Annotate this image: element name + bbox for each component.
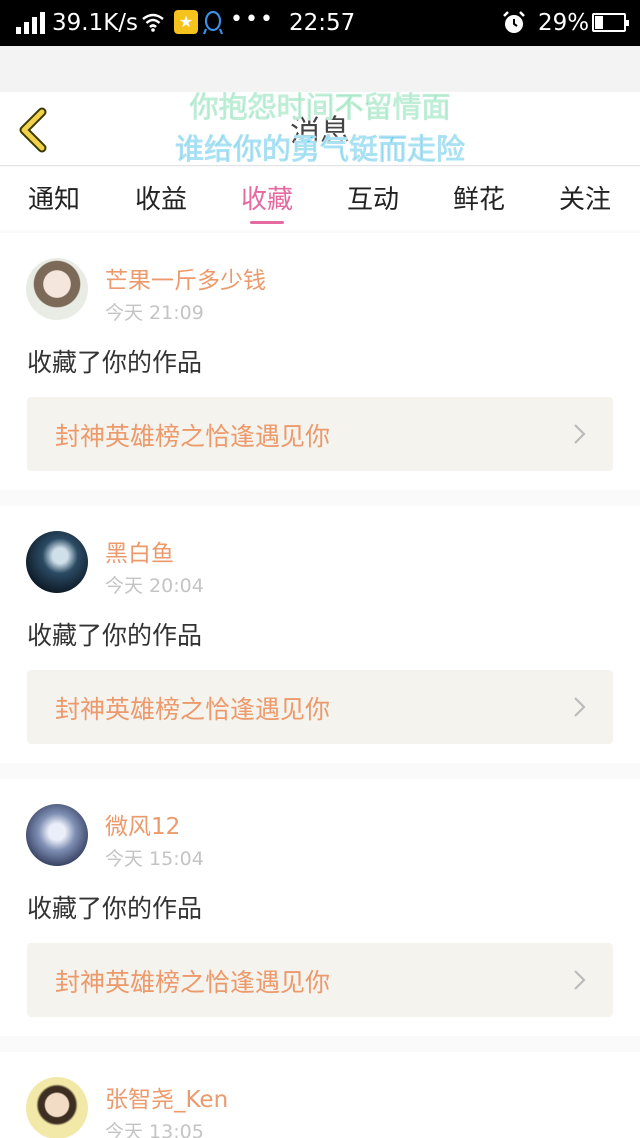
avatar[interactable] <box>26 804 88 866</box>
tab-flowers[interactable]: 鲜花 <box>439 179 519 216</box>
work-link[interactable]: 封神英雄榜之恰逢遇见你 <box>27 943 613 1017</box>
avatar[interactable] <box>26 1077 88 1138</box>
tab-active-indicator <box>250 221 284 224</box>
username[interactable]: 张智尧_Ken <box>105 1080 228 1114</box>
alarm-icon <box>503 11 525 33</box>
work-link[interactable]: 封神英雄榜之恰逢遇见你 <box>27 670 613 744</box>
avatar[interactable] <box>26 531 88 593</box>
tab-bar: 通知 收益 收藏 互动 鲜花 关注 <box>0 167 640 230</box>
chevron-right-icon <box>574 697 586 717</box>
tab-follows[interactable]: 关注 <box>545 179 625 216</box>
list-item: 黑白鱼 今天 20:04 收藏了你的作品 封神英雄榜之恰逢遇见你 <box>0 506 640 763</box>
clock: 22:57 <box>289 10 356 36</box>
chevron-right-icon <box>574 424 586 444</box>
timestamp: 今天 15:04 <box>105 848 204 870</box>
timestamp: 今天 20:04 <box>105 575 204 597</box>
qq-icon <box>203 10 223 35</box>
list-item: 芒果一斤多少钱 今天 21:09 收藏了你的作品 封神英雄榜之恰逢遇见你 <box>0 233 640 490</box>
work-title: 封神英雄榜之恰逢遇见你 <box>55 695 331 724</box>
lyric-line-2: 谁给你的勇气铤而走险 <box>174 132 465 167</box>
timestamp: 今天 13:05 <box>105 1121 204 1138</box>
work-title: 封神英雄榜之恰逢遇见你 <box>55 422 331 451</box>
tab-earnings[interactable]: 收益 <box>121 179 201 216</box>
tab-interactions[interactable]: 互动 <box>333 179 413 216</box>
battery-icon <box>592 13 629 32</box>
action-text: 收藏了你的作品 <box>27 894 203 923</box>
timestamp: 今天 21:09 <box>105 302 204 324</box>
network-speed: 39.1K/s <box>52 10 139 36</box>
star-app-icon: ★ <box>174 10 198 34</box>
more-dots-icon: ••• <box>230 7 275 32</box>
action-text: 收藏了你的作品 <box>27 621 203 650</box>
avatar[interactable] <box>26 258 88 320</box>
work-title: 封神英雄榜之恰逢遇见你 <box>55 968 331 997</box>
wifi-icon <box>142 13 164 32</box>
action-text: 收藏了你的作品 <box>27 348 203 377</box>
chevron-right-icon <box>574 970 586 990</box>
tab-favorites[interactable]: 收藏 <box>227 179 307 216</box>
battery-percent: 29% <box>538 10 590 36</box>
username[interactable]: 芒果一斤多少钱 <box>105 261 266 295</box>
status-bar: 39.1K/s ★ ••• 22:57 29% <box>0 0 640 46</box>
list-item: 微风12 今天 15:04 收藏了你的作品 封神英雄榜之恰逢遇见你 <box>0 779 640 1036</box>
tab-notifications[interactable]: 通知 <box>14 179 94 216</box>
username[interactable]: 黑白鱼 <box>105 534 174 568</box>
signal-icon <box>16 12 46 34</box>
list-item: 张智尧_Ken 今天 13:05 <box>0 1052 640 1138</box>
lyric-line-1: 你抱怨时间不留情面 <box>189 90 451 125</box>
username[interactable]: 微风12 <box>105 807 180 841</box>
work-link[interactable]: 封神英雄榜之恰逢遇见你 <box>27 397 613 471</box>
